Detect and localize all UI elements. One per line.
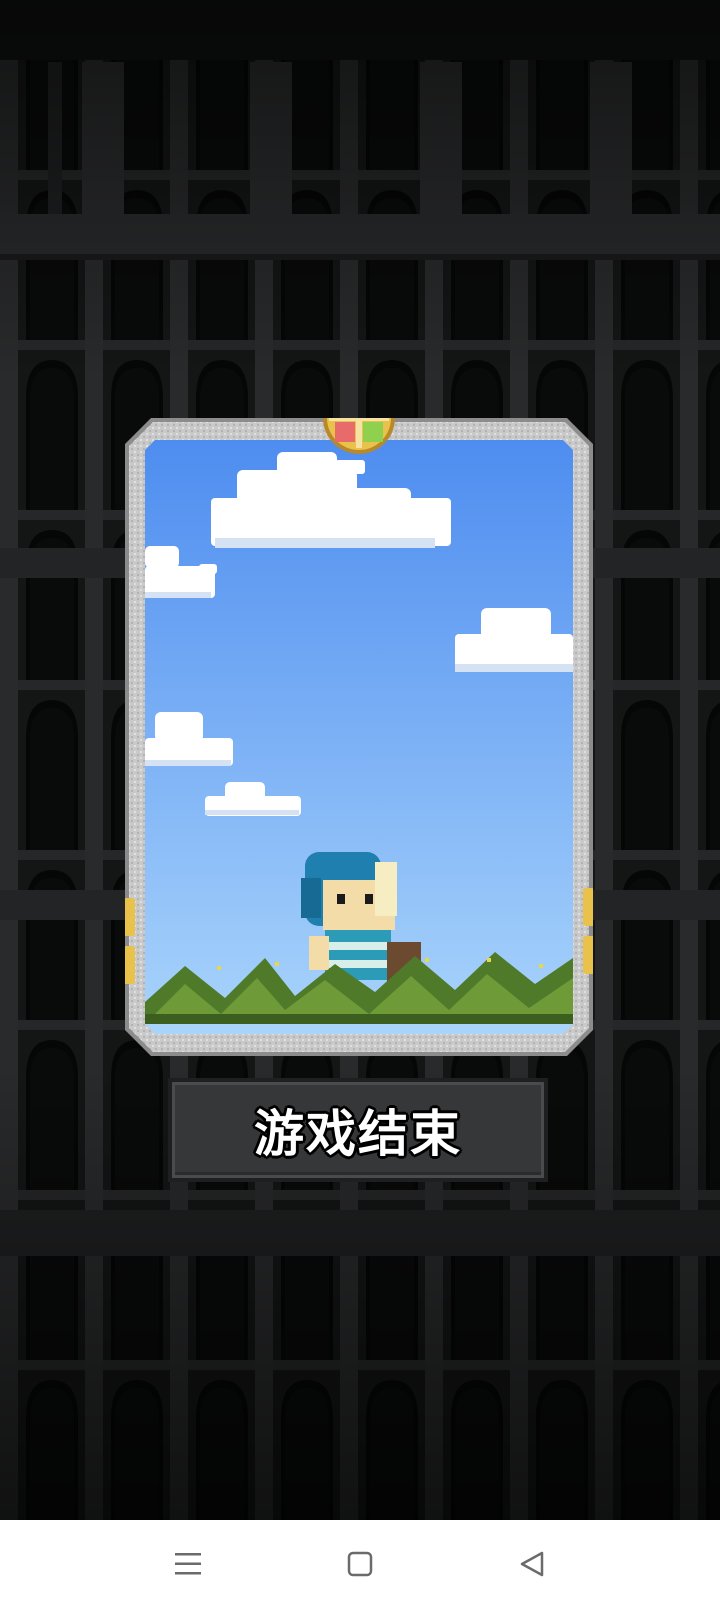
ending-card: [125, 418, 593, 1056]
square-home-icon[interactable]: [320, 1520, 400, 1608]
game-screen: 游戏结束: [0, 0, 720, 1520]
menu-lines-icon[interactable]: [148, 1520, 228, 1608]
game-over-button[interactable]: 游戏结束: [168, 1078, 548, 1182]
game-over-label: 游戏结束: [254, 1105, 462, 1163]
triangle-back-icon[interactable]: [492, 1520, 572, 1608]
system-navigation-bar: [0, 1520, 720, 1608]
